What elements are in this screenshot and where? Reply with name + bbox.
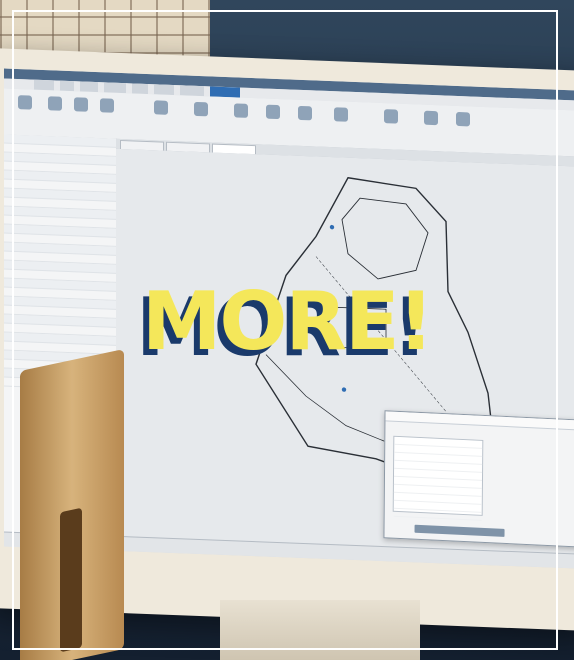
photo-scene: MORE! MORE!: [0, 0, 574, 660]
headline: MORE! MORE!: [0, 275, 574, 368]
tool-icon: [100, 98, 114, 113]
tool-icon: [298, 105, 312, 121]
tool-icon: [48, 96, 62, 111]
tool-icon: [194, 101, 208, 117]
tool-icon: [154, 100, 168, 115]
monitor-stand: [220, 600, 420, 660]
tool-icon: [424, 110, 438, 126]
tool-icon: [456, 111, 470, 127]
tool-icon: [18, 95, 32, 110]
tool-icon: [74, 97, 88, 112]
tool-icon: [234, 103, 248, 118]
tool-icon: [384, 109, 398, 124]
tool-icon: [334, 107, 348, 122]
dialog-window: [383, 410, 574, 548]
headline-text: MORE!: [141, 275, 434, 368]
dialog-button: [414, 524, 505, 537]
chair-icon: [0, 348, 140, 660]
sheet-list: [392, 435, 484, 521]
tool-icon: [266, 104, 280, 120]
